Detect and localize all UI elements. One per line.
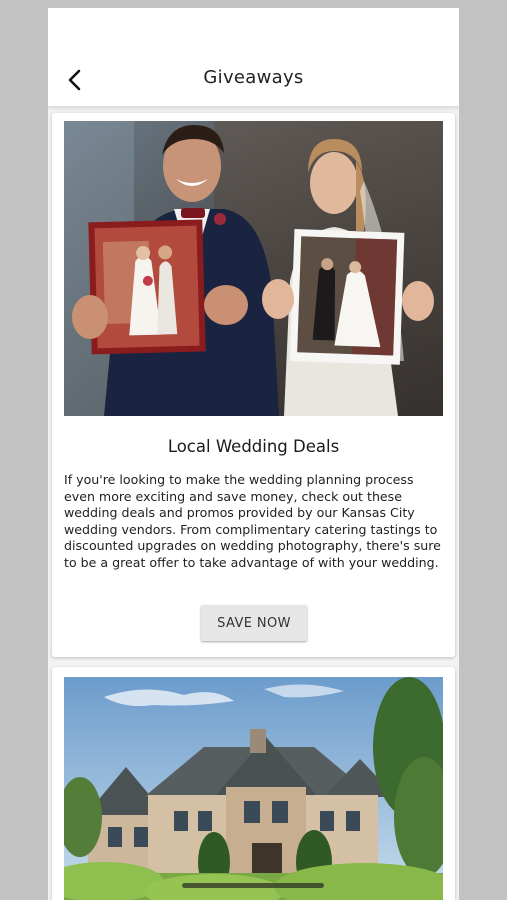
giveaway-card: Local Wedding Deals If you're looking to…	[52, 113, 455, 657]
home-indicator	[182, 883, 324, 888]
giveaways-feed[interactable]: Local Wedding Deals If you're looking to…	[48, 107, 459, 900]
card-image	[64, 121, 443, 416]
estate-house-illustration	[64, 677, 443, 900]
couple-photo-illustration	[64, 121, 443, 416]
giveaway-card	[52, 667, 455, 900]
save-now-button[interactable]: SAVE NOW	[201, 605, 307, 641]
app-screen: Giveaways Local Wedding Deals If you're …	[48, 8, 459, 900]
card-description: If you're looking to make the wedding pl…	[64, 472, 441, 570]
page-title: Giveaways	[203, 67, 304, 88]
card-image	[64, 677, 443, 900]
app-header: Giveaways	[48, 8, 459, 107]
card-title: Local Wedding Deals	[167, 437, 340, 456]
